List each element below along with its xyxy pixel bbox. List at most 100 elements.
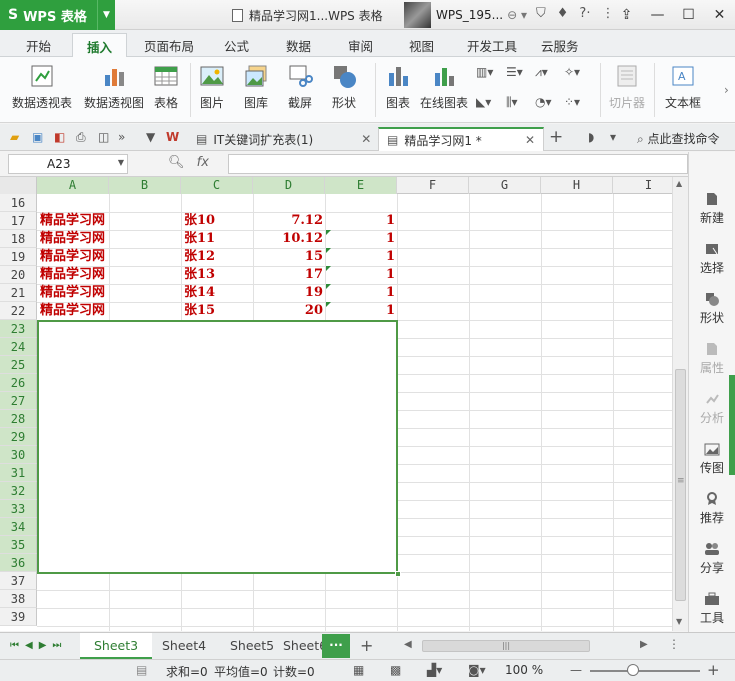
column-header-f[interactable]: F [397,177,469,194]
column-header-a[interactable]: A [37,177,109,194]
pie-chart-icon[interactable]: ◔▾ [535,95,557,111]
chevron-down-icon[interactable]: ▼ [97,0,115,30]
row-header[interactable]: 26 [0,374,37,392]
save-icon[interactable]: ▣ [32,130,48,144]
cell-d19[interactable]: 15 [253,248,323,266]
scroll-right-icon[interactable]: ▶ [640,639,648,650]
find-command-search[interactable]: ⌕ 点此查找命令 [637,130,720,147]
shirt-icon[interactable]: ♦ [557,6,569,21]
formula-input[interactable] [228,154,688,174]
print-icon[interactable]: ⎙ [76,130,92,144]
stock-chart-icon[interactable]: ⫼▾ [506,95,528,111]
scroll-down-icon[interactable]: ▼ [676,617,682,626]
cell-c18[interactable]: 张11 [184,230,215,248]
pane-properties[interactable]: 属性 [689,342,735,376]
maximize-button[interactable]: ☐ [673,0,704,30]
cell-c20[interactable]: 张13 [184,266,215,284]
column-header-i[interactable]: I [613,177,672,194]
row-header[interactable]: 30 [0,446,37,464]
area-chart-icon[interactable]: ◣▾ [476,95,498,111]
tab-review[interactable]: 审阅 [348,36,373,55]
row-header[interactable]: 27 [0,392,37,410]
row-header[interactable]: 39 [0,608,37,626]
new-tab-button[interactable]: + [549,127,563,147]
screenshot-button[interactable]: 截屏 [287,63,313,111]
cell-d22[interactable]: 20 [253,302,323,320]
line-chart-icon[interactable]: ⩘▾ [535,65,557,81]
column-header-g[interactable]: G [469,177,541,194]
pane-share[interactable]: 分享 [689,542,735,576]
dropdown-icon[interactable]: ▼ [146,130,162,144]
minimize-button[interactable]: — [642,0,673,30]
chart-button[interactable]: 图表 [385,63,411,111]
horizontal-scrollbar[interactable]: ◀ ||| ▶ [404,639,654,653]
row-header[interactable]: 35 [0,536,37,554]
row-header[interactable]: 18 [0,230,37,248]
name-box[interactable]: A23 ▼ [8,154,128,174]
cell-c21[interactable]: 张14 [184,284,215,302]
chevron-down-icon[interactable]: ▼ [118,158,124,167]
column-header-h[interactable]: H [541,177,613,194]
cell-e21[interactable]: 1 [325,284,395,302]
row-header[interactable]: 32 [0,482,37,500]
close-tab-icon[interactable]: ✕ [361,132,371,146]
sheet-tab-sheet4[interactable]: Sheet4 [148,633,220,659]
cell-a21[interactable]: 精品学习网 [40,284,105,302]
cell-a19[interactable]: 精品学习网 [40,248,105,266]
cell-c19[interactable]: 张12 [184,248,215,266]
row-header[interactable]: 34 [0,518,37,536]
row-header[interactable]: 36 [0,554,37,572]
tab-data[interactable]: 数据 [286,36,311,55]
close-button[interactable]: ✕ [704,0,735,30]
select-all-corner[interactable] [0,177,37,194]
cell-d21[interactable]: 19 [253,284,323,302]
cell-e18[interactable]: 1 [325,230,395,248]
cell-e20[interactable]: 1 [325,266,395,284]
row-header[interactable]: 16 [0,194,37,212]
online-chart-button[interactable]: 在线图表 [420,63,468,111]
user-account[interactable]: WPS_195... ⊖ ▾ [404,2,527,28]
tab-view[interactable]: 视图 [409,36,434,55]
pivot-chart-button[interactable]: 数据透视图 [84,63,144,111]
bar-chart-h-icon[interactable]: ☰▾ [506,65,528,81]
pane-tools[interactable]: 工具 [689,592,735,626]
pane-expand-tab[interactable] [729,375,735,475]
tab-cloud[interactable]: 云服务 [541,36,579,55]
picture-button[interactable]: 图片 [199,63,225,111]
close-tab-icon[interactable]: ✕ [525,133,535,147]
slicer-button[interactable]: 切片器 [609,63,645,111]
page-break-view-icon[interactable]: ▩ [390,663,401,677]
row-header[interactable]: 29 [0,428,37,446]
spreadsheet-grid[interactable]: A B C D E F G H I 16 17 18 19 20 21 22 2… [0,177,672,631]
skin-icon[interactable]: ⛉ [536,6,546,21]
sheet-tab-sheet6[interactable]: Sheet6 [270,633,322,659]
shapes-button[interactable]: 形状 [331,63,357,111]
zoom-out-icon[interactable]: — [570,663,582,677]
cell-selection-range[interactable] [37,320,398,574]
pane-new[interactable]: 新建 [689,192,735,226]
cell-a22[interactable]: 精品学习网 [40,302,105,320]
pane-select[interactable]: 选择 [689,242,735,276]
upload-icon[interactable]: ⇪ [611,0,642,30]
pane-recommend[interactable]: 推荐 [689,492,735,526]
tab-page-layout[interactable]: 页面布局 [144,36,194,55]
row-header[interactable]: 38 [0,590,37,608]
tab-formulas[interactable]: 公式 [224,36,249,55]
row-header[interactable]: 19 [0,248,37,266]
cell-c22[interactable]: 张15 [184,302,215,320]
pivot-table-button[interactable]: 数据透视表 [12,63,72,111]
doc-tab-it-keywords[interactable]: ▤ IT关键词扩充表(1) ✕ [188,127,379,151]
eye-protect-icon[interactable]: ◙▾ [468,663,486,677]
help-icon[interactable]: ?· [579,6,590,21]
fill-handle[interactable] [395,571,401,577]
function-button[interactable]: fx [197,155,209,170]
cell-e17[interactable]: 1 [325,212,395,230]
zoom-slider[interactable] [590,670,700,672]
table-button[interactable]: 表格 [153,63,179,111]
zoom-level[interactable]: 100 % [505,663,543,677]
tab-home[interactable]: 开始 [26,36,51,55]
bar-chart-icon[interactable]: ▥▾ [476,65,498,81]
cell-d20[interactable]: 17 [253,266,323,284]
row-header[interactable]: 22 [0,302,37,320]
cell-e19[interactable]: 1 [325,248,395,266]
